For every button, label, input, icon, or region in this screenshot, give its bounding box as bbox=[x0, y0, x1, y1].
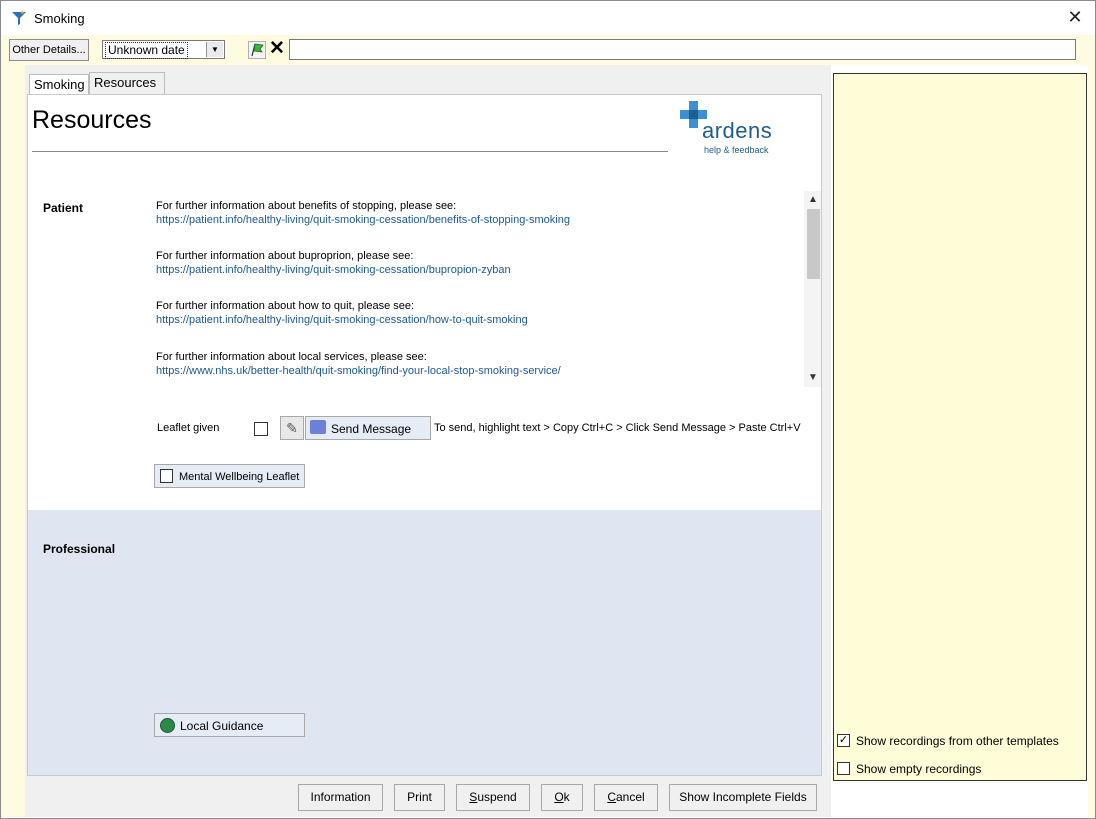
toolbar: Other Details... Unknown date ▼ ✕ bbox=[1, 35, 1095, 65]
resource-link[interactable]: https://patient.info/healthy-living/quit… bbox=[156, 213, 570, 227]
window-title: Smoking bbox=[34, 11, 85, 26]
dropdown-arrow-icon[interactable]: ▼ bbox=[206, 42, 223, 57]
left-margin bbox=[1, 65, 25, 817]
mental-wellbeing-leaflet-label: Mental Wellbeing Leaflet bbox=[179, 471, 300, 483]
show-incomplete-fields-button[interactable]: Show Incomplete Fields bbox=[669, 784, 817, 811]
suspend-button[interactable]: Suspend bbox=[456, 784, 530, 811]
page-title: Resources bbox=[32, 106, 152, 134]
resource-link[interactable]: https://patient.info/healthy-living/quit… bbox=[156, 313, 528, 327]
tab-resources[interactable]: Resources bbox=[89, 72, 165, 96]
recordings-panel: ✓ Show recordings from other templates S… bbox=[833, 73, 1087, 781]
resource-text: For further information about how to qui… bbox=[156, 300, 415, 312]
show-other-templates-checkbox[interactable]: ✓ bbox=[837, 734, 850, 747]
scroll-up-icon[interactable]: ▲ bbox=[804, 191, 821, 209]
send-message-hint: To send, highlight text > Copy Ctrl+C > … bbox=[434, 422, 801, 434]
date-select-value: Unknown date bbox=[105, 42, 188, 59]
send-message-label: Send Message bbox=[331, 422, 412, 436]
title-bar: Smoking ✕ bbox=[1, 1, 1095, 35]
patient-section-label: Patient bbox=[43, 201, 84, 215]
resource-text: For further information about benefits o… bbox=[156, 200, 457, 212]
close-icon[interactable]: ✕ bbox=[1063, 5, 1087, 29]
local-guidance-label: Local Guidance bbox=[180, 719, 264, 733]
mental-wellbeing-leaflet-button[interactable]: Mental Wellbeing Leaflet bbox=[154, 464, 305, 488]
resource-text: For further information about buproprion… bbox=[156, 250, 414, 262]
leaflet-given-label: Leaflet given bbox=[157, 422, 220, 434]
cancel-mnemonic: C bbox=[607, 790, 616, 804]
patient-resources-list: For further information about benefits o… bbox=[156, 191, 806, 387]
professional-section: Professional bbox=[28, 510, 821, 775]
document-icon bbox=[160, 469, 173, 483]
tab-smoking-label: Smoking bbox=[34, 77, 85, 92]
scroll-thumb[interactable] bbox=[807, 209, 820, 279]
resource-link[interactable]: https://www.nhs.uk/better-health/quit-sm… bbox=[156, 364, 561, 378]
pencil-icon[interactable]: ✎ bbox=[280, 416, 304, 440]
date-select[interactable]: Unknown date ▼ bbox=[102, 40, 225, 59]
free-text-input[interactable] bbox=[289, 39, 1076, 60]
cancel-label: ancel bbox=[615, 790, 645, 804]
ok-mnemonic: O bbox=[554, 790, 564, 804]
local-guidance-button[interactable]: Local Guidance bbox=[154, 713, 305, 737]
leaflet-given-checkbox[interactable] bbox=[254, 422, 268, 436]
tab-resources-label: Resources bbox=[94, 75, 157, 90]
list-item: For further information about buproprion… bbox=[156, 249, 511, 277]
show-empty-recordings-label: Show empty recordings bbox=[856, 762, 982, 776]
suspend-label: uspend bbox=[477, 790, 517, 804]
smoking-window: Smoking ✕ Other Details... Unknown date … bbox=[0, 0, 1096, 819]
cancel-button[interactable]: Cancel bbox=[594, 784, 658, 811]
help-feedback-link[interactable]: help & feedback bbox=[704, 145, 769, 155]
green-flag-icon[interactable] bbox=[248, 41, 266, 59]
ardens-logo[interactable]: ardens help & feedback bbox=[680, 101, 792, 157]
send-message-button[interactable]: Send Message bbox=[305, 416, 431, 440]
resource-text: For further information about local serv… bbox=[156, 351, 427, 363]
message-icon bbox=[310, 420, 326, 434]
resources-panel: Resources ardens help & feedback Patient… bbox=[27, 94, 822, 776]
information-button[interactable]: Information bbox=[298, 784, 383, 811]
show-other-templates-label: Show recordings from other templates bbox=[856, 734, 1059, 748]
ok-button[interactable]: Ok bbox=[541, 784, 583, 811]
tab-smoking[interactable]: Smoking bbox=[29, 74, 89, 95]
resource-link[interactable]: https://patient.info/healthy-living/quit… bbox=[156, 263, 511, 277]
ardens-logo-word: ardens bbox=[702, 118, 773, 143]
ok-label: k bbox=[563, 790, 570, 804]
filter-logo-icon bbox=[12, 10, 26, 25]
resources-scrollbar[interactable]: ▲ ▼ bbox=[804, 191, 821, 387]
heading-divider bbox=[32, 151, 668, 152]
show-empty-recordings-checkbox[interactable] bbox=[837, 762, 850, 775]
right-margin bbox=[1088, 65, 1095, 817]
clear-x-icon[interactable]: ✕ bbox=[267, 38, 287, 60]
list-item: For further information about how to qui… bbox=[156, 299, 528, 327]
professional-section-label: Professional bbox=[43, 542, 116, 556]
list-item: For further information about benefits o… bbox=[156, 199, 570, 227]
other-details-button[interactable]: Other Details... bbox=[9, 39, 89, 61]
scroll-down-icon[interactable]: ▼ bbox=[804, 369, 821, 387]
list-item: For further information about local serv… bbox=[156, 350, 561, 378]
print-button[interactable]: Print bbox=[394, 784, 445, 811]
url-globe-icon bbox=[160, 718, 175, 733]
